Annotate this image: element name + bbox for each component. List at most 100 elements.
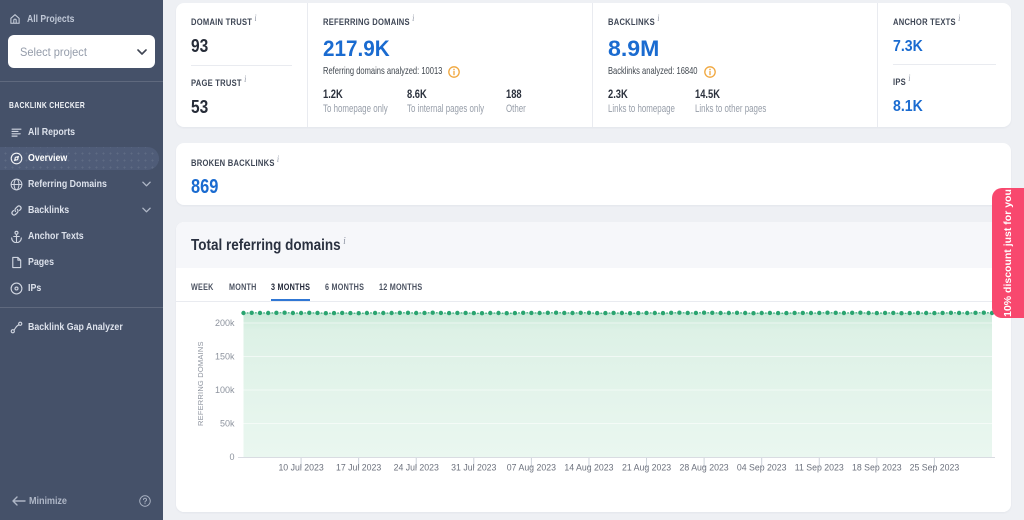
sidebar-item-anchor-texts[interactable]: Anchor Texts bbox=[0, 223, 163, 249]
domain-trust-value: 93 bbox=[191, 36, 209, 56]
info-sup-icon[interactable]: i bbox=[277, 154, 279, 164]
x-tick-label: 18 Sep 2023 bbox=[852, 463, 902, 473]
info-sup-icon[interactable]: i bbox=[412, 13, 414, 23]
substat: 1.2K To homepage only bbox=[323, 88, 407, 116]
app-root: All Projects Select project BACKLINK CHE… bbox=[0, 0, 1024, 520]
page-trust-value: 53 bbox=[191, 97, 209, 117]
gap-icon bbox=[10, 321, 23, 333]
target-icon bbox=[10, 282, 23, 294]
sidebar-item-label: Overview bbox=[28, 152, 68, 164]
substat: 2.3K Links to homepage bbox=[608, 87, 695, 116]
ips-value: 8.1K bbox=[893, 98, 923, 115]
main-content: DOMAIN TRUST i 93 PAGE TRUST i 53 REFERRIN… bbox=[163, 0, 1024, 520]
summary-column-anchor-ips: ANCHOR TEXTS i 7.3K IPS i 8.1K bbox=[877, 3, 1011, 127]
x-tick-label: 04 Sep 2023 bbox=[737, 463, 787, 473]
sidebar-section-label: BACKLINK CHECKER bbox=[9, 100, 86, 110]
info-sup-icon[interactable]: i bbox=[958, 13, 960, 23]
divider bbox=[893, 64, 996, 65]
sidebar-item-all-reports[interactable]: All Reports bbox=[0, 119, 163, 145]
question-circle-icon[interactable] bbox=[139, 495, 151, 507]
sidebar-item-label: Anchor Texts bbox=[28, 230, 84, 242]
reports-icon bbox=[11, 128, 22, 137]
anchor-icon bbox=[11, 230, 22, 243]
x-tick-label: 25 Sep 2023 bbox=[910, 463, 960, 473]
tab-week[interactable]: WEEK bbox=[191, 282, 214, 301]
sidebar-item-label: Pages bbox=[28, 256, 54, 268]
domain-trust-label: DOMAIN TRUST i bbox=[191, 12, 257, 28]
divider bbox=[191, 65, 292, 66]
tab-6-months[interactable]: 6 MONTHS bbox=[325, 282, 364, 301]
substat-value: 14.5K bbox=[695, 87, 720, 101]
chevron-down-icon bbox=[137, 48, 147, 55]
compass-icon bbox=[10, 152, 23, 164]
referring-domains-chart[interactable]: 0 50k 100k 150k 200k REFERRING DOMAINS 10 Jul … bbox=[176, 302, 1011, 512]
backlinks-substats: 2.3K Links to homepage 14.5K Links to other… bbox=[608, 87, 862, 116]
info-sup-icon[interactable]: i bbox=[244, 74, 246, 84]
summary-column-backlinks: BACKLINKS i 8.9M Backlinks analyzed: 1684… bbox=[592, 3, 877, 127]
substat-label: Links to other pages bbox=[695, 103, 767, 115]
sidebar-item-label: Backlinks bbox=[28, 204, 70, 216]
sidebar-nav: All Reports Overview Referring Domains Back… bbox=[0, 119, 163, 340]
substat: 188 Other bbox=[506, 87, 534, 116]
substat-label: To internal pages only bbox=[407, 103, 485, 115]
sidebar-item-pages[interactable]: Pages bbox=[0, 249, 163, 275]
tab-label: 12 MONTHS bbox=[379, 282, 423, 292]
x-tick-label: 21 Aug 2023 bbox=[622, 463, 671, 473]
project-select-placeholder: Select project bbox=[20, 44, 87, 59]
tab-label: MONTH bbox=[228, 282, 257, 292]
link-icon bbox=[11, 204, 22, 216]
discount-ribbon-label: 10% discount just for you bbox=[1002, 189, 1014, 317]
anchor-texts-value: 7.3K bbox=[893, 38, 923, 55]
substat-value: 188 bbox=[506, 87, 522, 101]
sidebar: All Projects Select project BACKLINK CHE… bbox=[0, 0, 163, 520]
anchor-texts-label: ANCHOR TEXTS i bbox=[893, 12, 961, 28]
tab-12-months[interactable]: 12 MONTHS bbox=[379, 282, 422, 301]
minimize-label: Minimize bbox=[29, 495, 67, 507]
globe-icon bbox=[10, 178, 23, 190]
backlinks-value: 8.9M bbox=[608, 36, 660, 61]
page-icon bbox=[12, 256, 22, 268]
tab-month[interactable]: MONTH bbox=[229, 282, 257, 301]
summary-card: DOMAIN TRUST i 93 PAGE TRUST i 53 REFERRIN… bbox=[176, 3, 1011, 127]
all-projects-link[interactable]: All Projects bbox=[8, 11, 155, 35]
x-tick-label: 28 Aug 2023 bbox=[680, 463, 729, 473]
info-sup-icon[interactable]: i bbox=[908, 73, 910, 83]
referring-domains-value: 217.9K bbox=[323, 36, 390, 61]
minimize-button[interactable]: Minimize bbox=[12, 495, 73, 507]
all-projects-label: All Projects bbox=[27, 13, 75, 25]
chevron-down-icon bbox=[142, 207, 151, 213]
referring-domains-analyzed: Referring domains analyzed: 10013 bbox=[323, 65, 577, 78]
home-icon bbox=[10, 14, 20, 24]
sidebar-item-label: Referring Domains bbox=[28, 178, 107, 190]
info-icon[interactable] bbox=[448, 65, 461, 78]
broken-backlinks-card: BROKEN BACKLINKS i 869 bbox=[176, 143, 1011, 205]
sidebar-item-referring-domains[interactable]: Referring Domains bbox=[0, 171, 163, 197]
x-tick-label: 24 Jul 2023 bbox=[394, 463, 439, 473]
chart-plot: 0 50k 100k 150k 200k REFERRING DOMAINS 10 Jul … bbox=[176, 302, 1011, 512]
info-sup-icon[interactable]: i bbox=[657, 13, 659, 23]
sidebar-item-backlinks[interactable]: Backlinks bbox=[0, 197, 163, 223]
chevron-down-icon bbox=[142, 181, 151, 187]
tab-label: 3 MONTHS bbox=[271, 282, 311, 292]
sidebar-item-overview[interactable]: Overview bbox=[0, 146, 159, 170]
info-sup-icon[interactable]: i bbox=[343, 236, 345, 247]
substat-value: 2.3K bbox=[608, 87, 628, 101]
substat-label: Links to homepage bbox=[608, 103, 675, 115]
sidebar-item-ips[interactable]: IPs bbox=[0, 275, 163, 301]
sidebar-item-backlink-gap-analyzer[interactable]: Backlink Gap Analyzer bbox=[0, 314, 163, 340]
discount-ribbon[interactable]: 10% discount just for you bbox=[992, 188, 1024, 318]
info-sup-icon[interactable]: i bbox=[255, 13, 257, 23]
tab-3-months[interactable]: 3 MONTHS bbox=[271, 282, 311, 301]
backlinks-label: BACKLINKS i bbox=[608, 12, 660, 28]
tab-label: WEEK bbox=[191, 282, 214, 292]
arrow-left-icon bbox=[12, 496, 26, 506]
substat-label: Other bbox=[506, 103, 526, 115]
substat-value: 8.6K bbox=[407, 87, 427, 101]
info-icon[interactable] bbox=[703, 65, 716, 78]
tab-label: 6 MONTHS bbox=[325, 282, 365, 292]
sidebar-item-label: All Reports bbox=[28, 126, 76, 138]
area-fill bbox=[243, 312, 992, 457]
x-tick-label: 11 Sep 2023 bbox=[795, 463, 844, 473]
project-select[interactable]: Select project bbox=[8, 35, 155, 68]
referring-domains-label: REFERRING DOMAINS i bbox=[323, 12, 415, 28]
